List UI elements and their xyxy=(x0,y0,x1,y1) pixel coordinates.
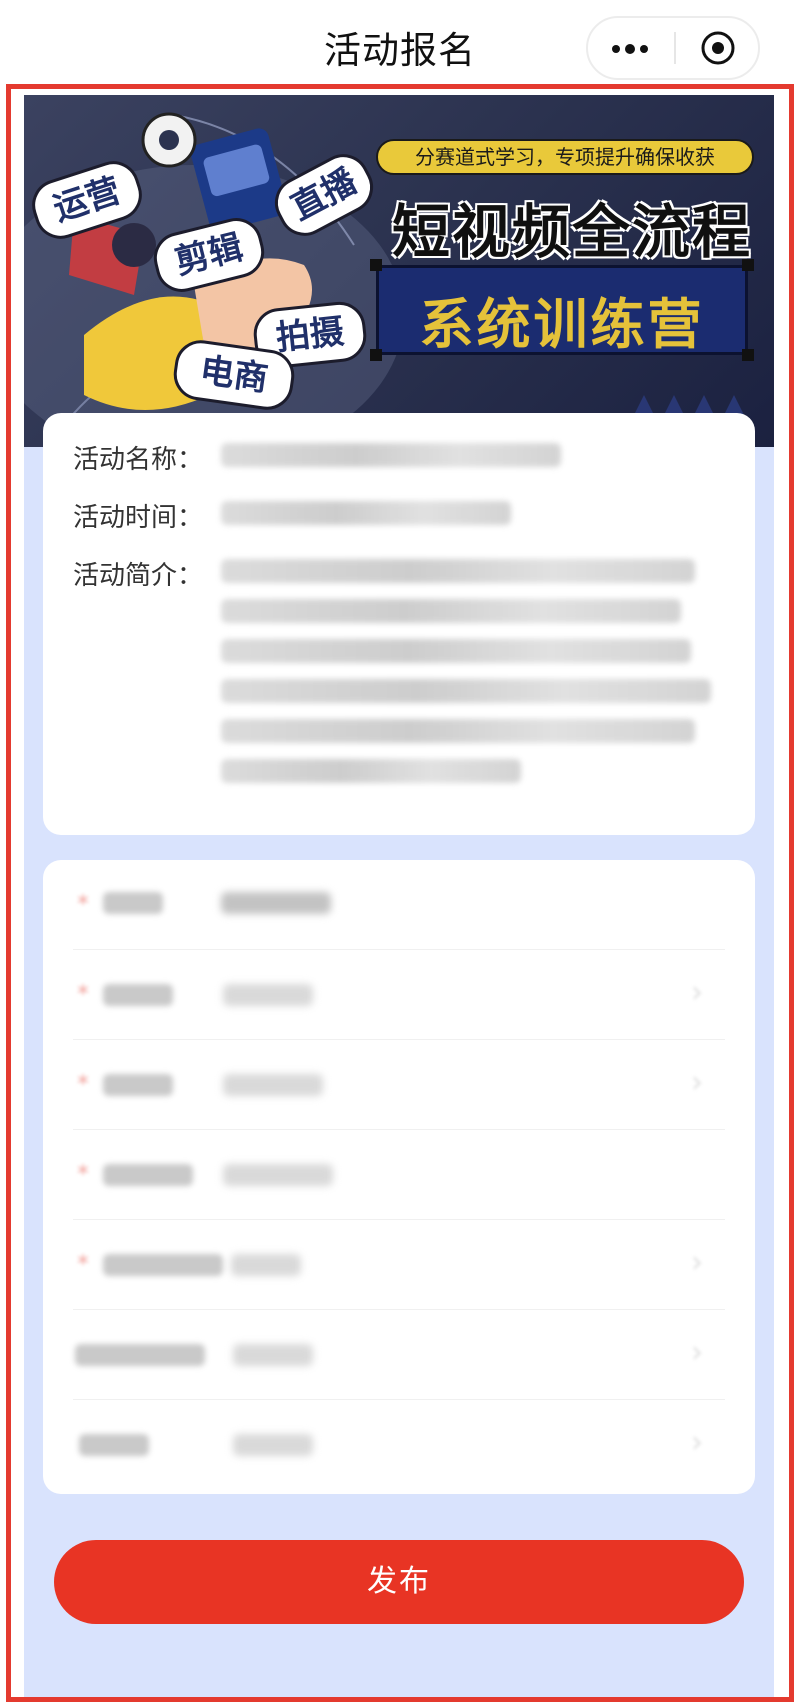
banner-tagline: 分赛道式学习，专项提升确保收获 xyxy=(376,139,754,175)
chevron-right-icon: › xyxy=(691,975,703,1010)
navigation-bar: 活动报名 xyxy=(0,0,800,84)
page: 活动报名 运营 剪辑 直播 拍摄 电商 分赛道式学习，专项提升确保收获 短视频全… xyxy=(0,0,800,1704)
event-time-value xyxy=(221,501,511,525)
corner-marker xyxy=(742,259,754,271)
banner-subtitle-box: 系统训练营 xyxy=(376,265,748,356)
publish-button[interactable]: 发布 xyxy=(54,1540,744,1624)
form-field-placeholder xyxy=(223,1164,333,1186)
chevron-right-icon: › xyxy=(691,1065,703,1100)
form-row[interactable]: * › xyxy=(73,950,725,1040)
corner-marker xyxy=(370,259,382,271)
event-info-card: 活动名称： 活动时间： 活动简介： xyxy=(43,413,755,835)
registration-form-card: * * › * › * * › › › xyxy=(43,860,755,1494)
required-marker: * xyxy=(77,890,89,918)
required-marker: * xyxy=(77,1070,89,1098)
required-marker: * xyxy=(77,1160,89,1188)
form-row[interactable]: * xyxy=(73,860,725,950)
form-field-label xyxy=(103,1164,193,1186)
event-time-label: 活动时间： xyxy=(73,503,204,533)
form-field-value xyxy=(221,892,331,914)
form-field-placeholder xyxy=(223,1074,323,1096)
form-row[interactable]: › xyxy=(73,1310,725,1400)
event-name-label: 活动名称： xyxy=(73,445,204,475)
capsule-divider xyxy=(674,32,676,64)
content-area: 运营 剪辑 直播 拍摄 电商 分赛道式学习，专项提升确保收获 短视频全流程 系统… xyxy=(24,95,774,1701)
form-field-label xyxy=(103,892,163,914)
form-field-placeholder xyxy=(223,984,313,1006)
more-dots-icon[interactable] xyxy=(588,18,674,78)
corner-marker xyxy=(742,349,754,361)
required-marker: * xyxy=(77,980,89,1008)
miniprogram-capsule xyxy=(586,16,760,80)
form-field-label xyxy=(79,1434,149,1456)
chevron-right-icon: › xyxy=(691,1425,703,1460)
event-name-value xyxy=(221,443,561,467)
chevron-right-icon: › xyxy=(691,1335,703,1370)
form-row[interactable]: * xyxy=(73,1130,725,1220)
form-field-placeholder xyxy=(231,1254,301,1276)
event-desc-label: 活动简介： xyxy=(73,561,204,591)
form-row[interactable]: * › xyxy=(73,1040,725,1130)
form-field-label xyxy=(103,1254,223,1276)
form-field-placeholder xyxy=(233,1434,313,1456)
event-banner: 运营 剪辑 直播 拍摄 电商 分赛道式学习，专项提升确保收获 短视频全流程 系统… xyxy=(24,95,774,447)
form-row[interactable]: * › xyxy=(73,1220,725,1310)
form-row[interactable]: › xyxy=(73,1400,725,1490)
corner-marker xyxy=(370,349,382,361)
form-field-label xyxy=(75,1344,205,1366)
form-field-placeholder xyxy=(233,1344,313,1366)
target-circle-icon[interactable] xyxy=(700,30,736,66)
form-field-label xyxy=(103,984,173,1006)
chevron-right-icon: › xyxy=(691,1245,703,1280)
banner-title: 短视频全流程 xyxy=(391,198,752,266)
form-field-label xyxy=(103,1074,173,1096)
required-marker: * xyxy=(77,1250,89,1278)
banner-subtitle: 系统训练营 xyxy=(419,293,705,356)
